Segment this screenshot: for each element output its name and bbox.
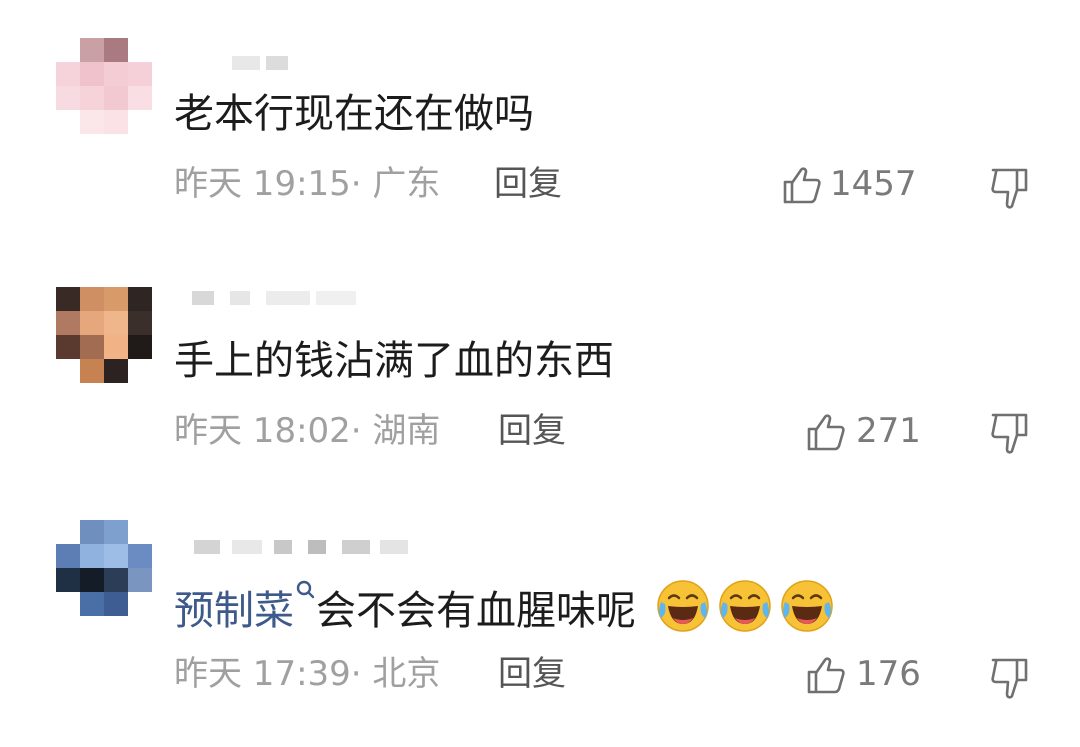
like-count: 271 [856, 411, 921, 451]
topic-link[interactable]: 预制菜 [174, 588, 294, 634]
username-obscured[interactable] [176, 52, 296, 72]
like-count: 176 [856, 654, 921, 694]
comment-meta: 昨天 19:15· 广东 [174, 164, 440, 204]
comment-text: 老本行现在还在做吗 [174, 91, 534, 137]
laugh-cry-emoji [780, 580, 833, 632]
comment-body: 会不会有血腥味呢 [316, 588, 636, 634]
comment-time: 昨天 19:15 [174, 164, 351, 204]
comment-text: 预制菜 会不会有血腥味呢 [174, 578, 835, 635]
like-button[interactable]: 1457 [782, 164, 922, 204]
comment-time: 昨天 18:02 [174, 411, 351, 451]
like-button[interactable]: 271 [806, 411, 926, 451]
reply-button[interactable]: 回复 [498, 654, 566, 694]
meta-separator: · [350, 411, 373, 451]
like-button[interactable]: 176 [806, 654, 926, 694]
comment-location: 湖南 [372, 411, 441, 451]
comment-time: 昨天 17:39 [174, 654, 351, 694]
avatar[interactable] [56, 38, 152, 134]
laugh-cry-emoji [718, 580, 771, 632]
thumbs-down-icon[interactable] [988, 411, 1032, 455]
thumbs-down-icon[interactable] [988, 656, 1032, 700]
laugh-cry-emoji [656, 580, 709, 632]
thumbs-up-icon [807, 657, 845, 694]
search-icon[interactable] [294, 578, 316, 626]
comment-item: 手上的钱沾满了血的东西 昨天 18:02· 湖南 回复 271 [0, 245, 1080, 490]
meta-separator: · [350, 164, 373, 204]
comment-item: 预制菜 会不会有血腥味呢 昨天 17:39· 北京 回复 176 [0, 490, 1080, 747]
comment-text: 手上的钱沾满了血的东西 [174, 338, 614, 384]
username-obscured[interactable] [176, 287, 376, 307]
comment-location: 北京 [372, 654, 441, 694]
username-obscured[interactable] [176, 536, 436, 556]
avatar[interactable] [56, 287, 152, 383]
comment-meta: 昨天 18:02· 湖南 [174, 411, 440, 451]
reply-button[interactable]: 回复 [498, 411, 566, 451]
comment-item: 老本行现在还在做吗 昨天 19:15· 广东 回复 1457 [0, 0, 1080, 245]
thumbs-down-icon[interactable] [988, 166, 1032, 210]
like-count: 1457 [830, 164, 917, 204]
reply-button[interactable]: 回复 [494, 164, 562, 204]
thumbs-up-icon [783, 167, 821, 204]
comment-location: 广东 [372, 164, 441, 204]
meta-separator: · [350, 654, 373, 694]
avatar[interactable] [56, 520, 152, 616]
thumbs-up-icon [807, 414, 845, 451]
comment-meta: 昨天 17:39· 北京 [174, 654, 440, 694]
